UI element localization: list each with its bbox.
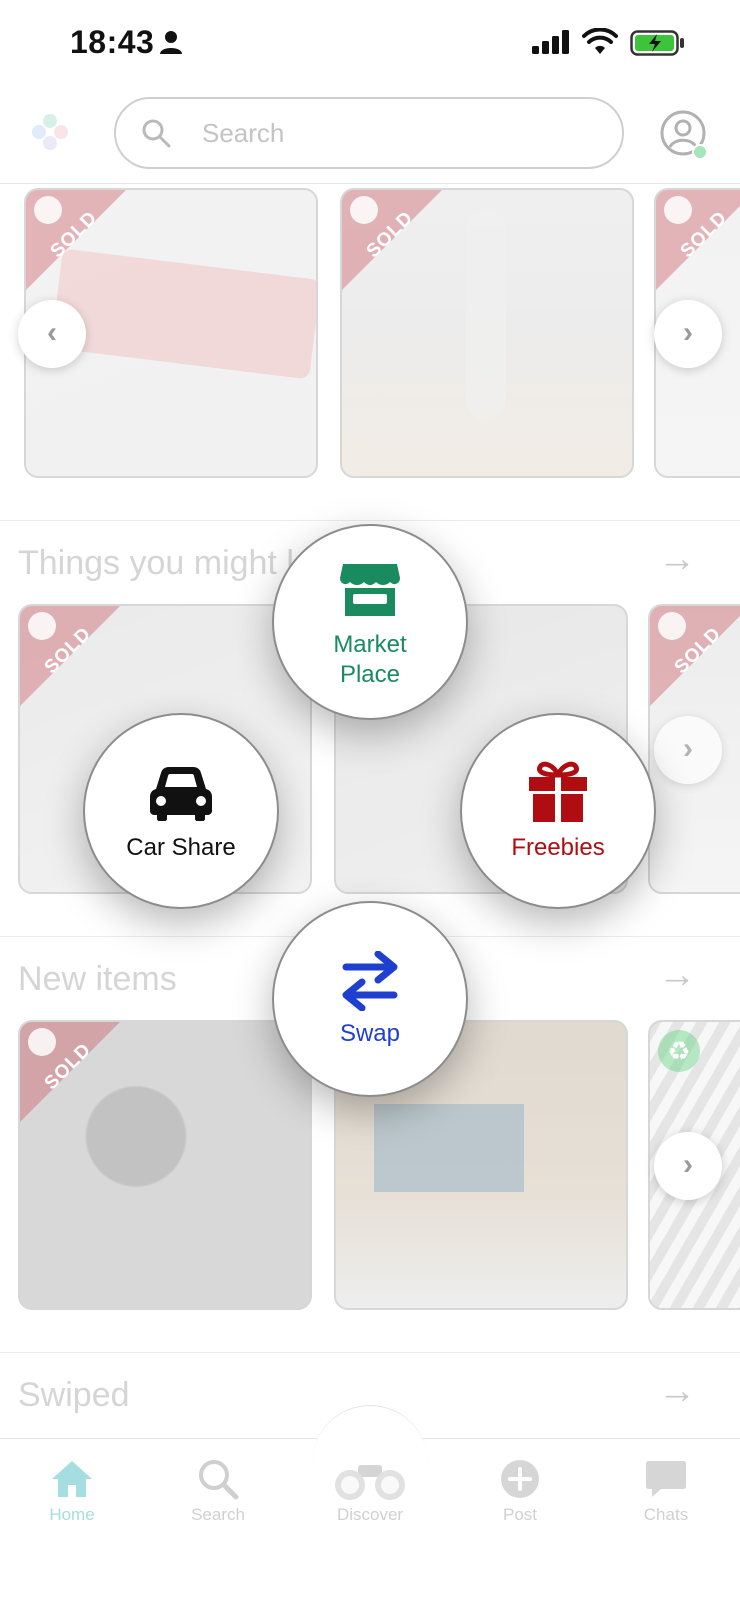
sold-badge: SOLD: [342, 190, 452, 300]
home-icon: [52, 1461, 92, 1497]
section-new-items-arrow-icon[interactable]: →: [658, 954, 696, 997]
section-swiped-arrow-icon[interactable]: →: [658, 1370, 696, 1413]
item-card[interactable]: SOLD: [18, 1020, 312, 1310]
sold-badge: SOLD: [20, 1022, 130, 1132]
marketplace-button[interactable]: Market Place: [272, 524, 468, 720]
online-status-dot: [692, 144, 708, 160]
tab-home-label: Home: [49, 1505, 95, 1524]
swap-button[interactable]: Swap: [272, 901, 468, 1097]
app-header: Search: [0, 88, 740, 184]
section-title-swiped: Swiped: [18, 1376, 130, 1414]
tab-discover-label: Discover: [336, 1505, 404, 1524]
tab-chats-label: Chats: [643, 1505, 689, 1524]
wifi-icon: [582, 28, 618, 54]
bottom-tab-bar: Home Search Discover Post Chats: [0, 1405, 740, 1600]
tab-post[interactable]: Post: [460, 1453, 580, 1525]
freebies-label: Freebies: [511, 834, 605, 861]
person-icon: [160, 31, 182, 54]
binoculars-icon: [335, 1465, 405, 1500]
marketplace-label-line2: Place: [339, 661, 401, 688]
search-icon: [142, 119, 171, 148]
carousel-next-button[interactable]: ›: [654, 1132, 722, 1200]
car-share-button[interactable]: Car Share: [83, 713, 279, 909]
section-divider: [0, 520, 740, 521]
sold-badge: SOLD: [656, 190, 740, 300]
tab-post-label: Post: [502, 1505, 538, 1524]
plus-icon: [501, 1460, 539, 1498]
section-title-new-items: New items: [18, 960, 177, 998]
tab-chats[interactable]: Chats: [606, 1453, 726, 1525]
search-bar[interactable]: Search: [114, 97, 624, 169]
swap-arrows-icon: [342, 951, 398, 1011]
sold-badge: SOLD: [26, 190, 136, 300]
status-time: 18:43: [70, 24, 155, 60]
swap-label: Swap: [339, 1020, 401, 1047]
recycle-icon: ♻: [658, 1030, 700, 1072]
status-bar: 18:43: [0, 0, 740, 88]
tab-search-label: Search: [191, 1505, 245, 1524]
carousel-next-button[interactable]: ›: [654, 716, 722, 784]
signal-icon: [532, 30, 569, 54]
car-share-label: Car Share: [126, 834, 236, 861]
store-icon: [340, 564, 400, 616]
carousel-prev-button[interactable]: ‹: [18, 300, 86, 368]
marketplace-label-line1: Market: [333, 631, 407, 658]
section-title-things: Things you might l: [18, 544, 294, 582]
sold-badge: SOLD: [650, 606, 740, 716]
app-logo-icon[interactable]: [30, 112, 70, 152]
profile-avatar[interactable]: [660, 110, 708, 160]
car-icon: [150, 767, 212, 821]
gift-icon: [529, 761, 587, 822]
search-icon: [199, 1460, 239, 1500]
tab-discover[interactable]: Discover: [310, 1453, 430, 1525]
item-card[interactable]: SOLD: [340, 188, 634, 478]
carousel-next-button[interactable]: ›: [654, 300, 722, 368]
section-divider: [0, 1352, 740, 1353]
chat-icon: [646, 1461, 686, 1497]
sold-badge: SOLD: [20, 606, 130, 716]
tab-search[interactable]: Search: [158, 1453, 278, 1525]
battery-icon: [630, 30, 684, 56]
tab-home[interactable]: Home: [12, 1453, 132, 1525]
section-things-arrow-icon[interactable]: →: [658, 538, 696, 581]
search-placeholder: Search: [202, 118, 285, 148]
freebies-button[interactable]: Freebies: [460, 713, 656, 909]
